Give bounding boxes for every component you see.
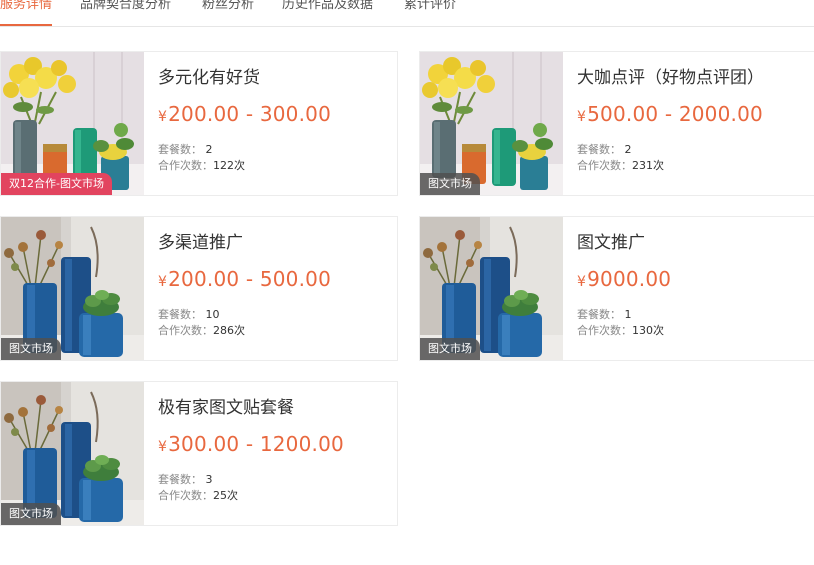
service-card[interactable]: 图文市场 大咖点评（好物点评团） ¥500.00 - 2000.00 套餐数： …: [419, 51, 814, 196]
card-tag: 图文市场: [1, 503, 61, 525]
service-card[interactable]: 图文市场 图文推广 ¥9000.00 套餐数： 1 合作次数：130次: [419, 216, 814, 361]
flower-vase-image: 双12合作-图文市场: [1, 52, 144, 195]
service-card[interactable]: 双12合作-图文市场 多元化有好货 ¥200.00 - 300.00 套餐数： …: [0, 51, 398, 196]
cooperation-count: 合作次数：122次: [158, 159, 245, 172]
card-title: 多渠道推广: [158, 233, 243, 253]
card-price: ¥500.00 - 2000.00: [577, 102, 763, 126]
tab-service-details[interactable]: 服务详情: [0, 0, 53, 26]
flower-vase-image: 图文市场: [420, 52, 563, 195]
cooperation-count: 合作次数：231次: [577, 159, 664, 172]
service-card[interactable]: 图文市场 极有家图文贴套餐 ¥300.00 - 1200.00 套餐数： 3 合…: [0, 381, 398, 526]
tab-fan-analysis[interactable]: 粉丝分析: [202, 0, 254, 26]
card-price: ¥200.00 - 300.00: [158, 102, 332, 126]
tab-brand-fit-analysis[interactable]: 品牌契合度分析: [80, 0, 171, 26]
card-tag: 图文市场: [420, 338, 480, 360]
card-title: 图文推广: [577, 233, 645, 253]
blue-vase-image: 图文市场: [1, 382, 144, 525]
package-count: 套餐数： 2: [158, 143, 213, 156]
cooperation-count: 合作次数：286次: [158, 324, 245, 337]
card-title: 大咖点评（好物点评团）: [577, 68, 764, 88]
blue-vase-image: 图文市场: [1, 217, 144, 360]
card-tag: 双12合作-图文市场: [1, 173, 112, 195]
package-count: 套餐数： 3: [158, 473, 213, 486]
package-count: 套餐数： 2: [577, 143, 632, 156]
package-count: 套餐数： 1: [577, 308, 632, 321]
cooperation-count: 合作次数：25次: [158, 489, 238, 502]
cooperation-count: 合作次数：130次: [577, 324, 664, 337]
card-tag: 图文市场: [420, 173, 480, 195]
card-price: ¥300.00 - 1200.00: [158, 432, 344, 456]
blue-vase-image: 图文市场: [420, 217, 563, 360]
card-title: 多元化有好货: [158, 68, 260, 88]
card-price: ¥200.00 - 500.00: [158, 267, 332, 291]
package-count: 套餐数： 10: [158, 308, 220, 321]
card-price: ¥9000.00: [577, 267, 672, 291]
card-title: 极有家图文贴套餐: [158, 398, 294, 418]
tab-bar: 服务详情 品牌契合度分析 粉丝分析 历史作品及数据 累计评价: [0, 0, 814, 27]
service-card[interactable]: 图文市场 多渠道推广 ¥200.00 - 500.00 套餐数： 10 合作次数…: [0, 216, 398, 361]
card-tag: 图文市场: [1, 338, 61, 360]
tab-reviews[interactable]: 累计评价: [404, 0, 456, 26]
tab-history-works[interactable]: 历史作品及数据: [282, 0, 373, 26]
